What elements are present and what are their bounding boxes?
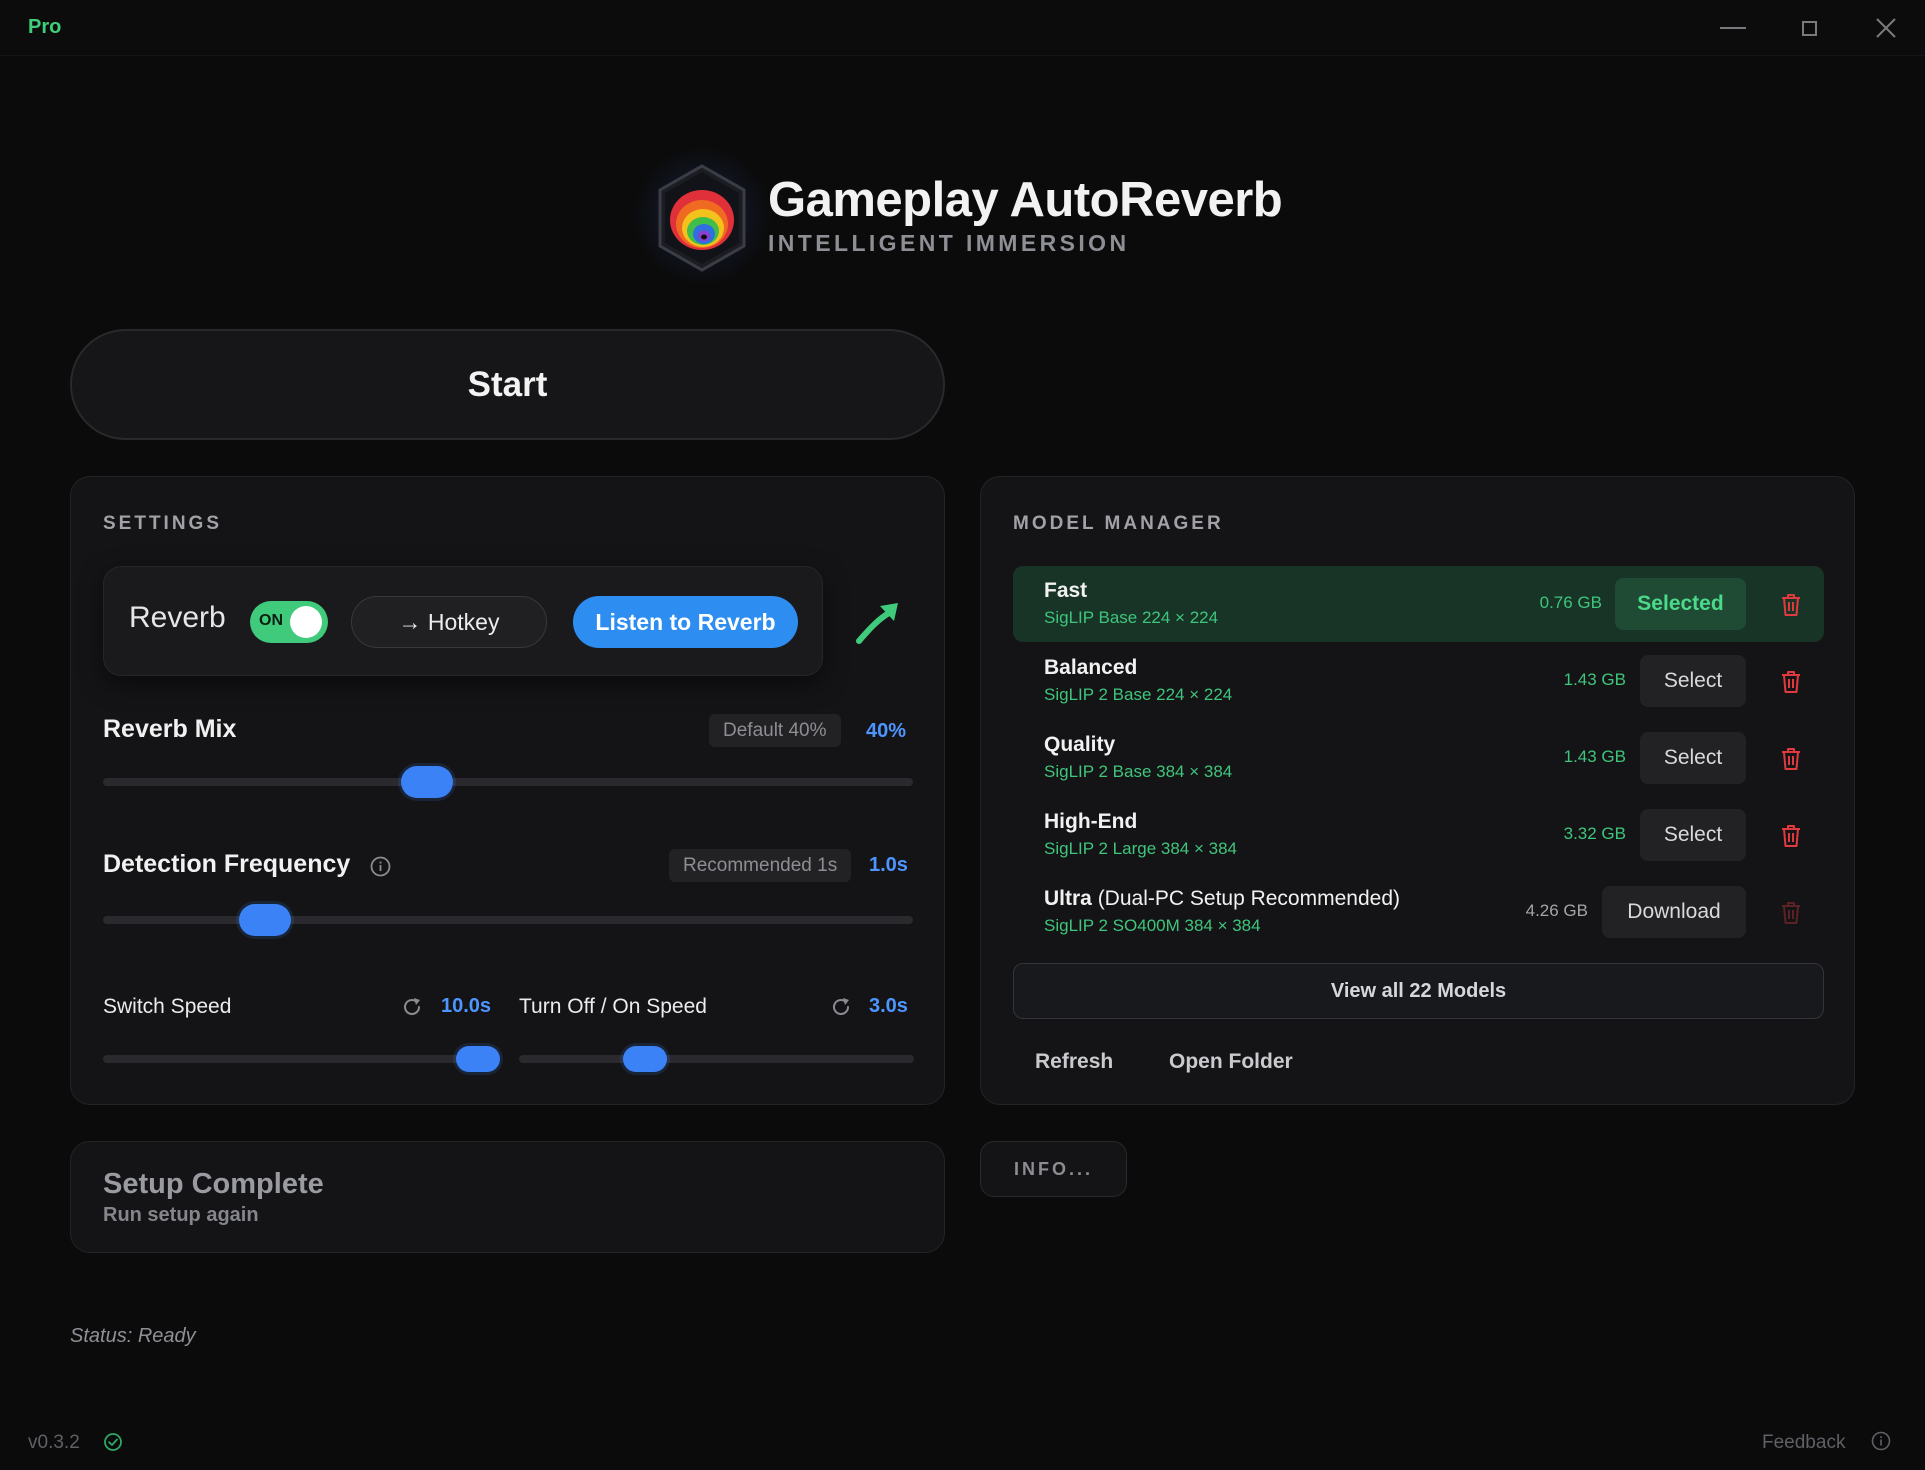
status-text: Status: Ready	[70, 1325, 196, 1347]
trash-icon[interactable]	[1779, 669, 1803, 695]
detection-frequency-slider-track[interactable]	[103, 916, 913, 924]
maximize-button[interactable]	[1779, 8, 1839, 48]
app-subtitle: INTELLIGENT IMMERSION	[768, 230, 1130, 256]
listen-to-reverb-button[interactable]: Listen to Reverb	[573, 596, 798, 648]
run-setup-again-link[interactable]: Run setup again	[103, 1204, 259, 1227]
model-manager-panel: MODEL MANAGER Fast SigLIP Base 224 × 224…	[980, 476, 1855, 1105]
detection-frequency-value: 1.0s	[869, 854, 908, 876]
model-size: 4.26 GB	[1525, 901, 1588, 920]
reset-turn-off-on-speed-icon[interactable]	[830, 996, 852, 1018]
model-row-ultra[interactable]: Ultra (Dual-PC Setup Recommended) SigLIP…	[1013, 874, 1824, 950]
turn-off-on-speed-slider-thumb[interactable]	[623, 1046, 668, 1072]
close-icon	[1876, 18, 1896, 38]
title-bar: Pro	[0, 0, 1925, 56]
reset-switch-speed-icon[interactable]	[401, 996, 423, 1018]
reverb-mix-label: Reverb Mix	[103, 715, 237, 743]
open-folder-button[interactable]: Open Folder	[1169, 1050, 1293, 1074]
reverb-mix-default-badge: Default 40%	[709, 714, 841, 747]
trending-up-arrow-icon	[856, 603, 898, 644]
switch-speed-slider-track[interactable]	[103, 1055, 498, 1063]
settings-panel: SETTINGS Reverb ON → Hotkey Listen to Re…	[70, 476, 945, 1105]
model-spec: SigLIP 2 Base 384 × 384	[1044, 762, 1233, 781]
maximize-icon	[1801, 20, 1817, 36]
model-spec: SigLIP 2 Large 384 × 384	[1044, 839, 1237, 858]
model-row-high-end[interactable]: High-End SigLIP 2 Large 384 × 384 3.32 G…	[1013, 797, 1824, 873]
model-size: 1.43 GB	[1563, 747, 1626, 766]
info-button[interactable]: INFO...	[980, 1141, 1127, 1197]
reverb-label: Reverb	[129, 601, 226, 634]
reverb-mix-slider-thumb[interactable]	[401, 766, 453, 798]
app-window: Pro Gameplay AutoReverb INTELLIGENT IMME…	[0, 0, 1925, 1470]
version-label: v0.3.2	[28, 1432, 80, 1453]
trash-icon[interactable]	[1779, 746, 1803, 772]
detection-frequency-recommended-badge: Recommended 1s	[669, 849, 852, 882]
app-logo	[632, 146, 772, 286]
refresh-button[interactable]: Refresh	[1035, 1050, 1113, 1074]
model-row-fast[interactable]: Fast SigLIP Base 224 × 224 0.76 GB Selec…	[1013, 566, 1824, 642]
model-name: High-End	[1044, 810, 1138, 833]
turn-off-on-speed-label: Turn Off / On Speed	[519, 995, 707, 1018]
model-name: Quality	[1044, 733, 1116, 756]
model-spec: SigLIP Base 224 × 224	[1044, 608, 1219, 627]
model-row-balanced[interactable]: Balanced SigLIP 2 Base 224 × 224 1.43 GB…	[1013, 643, 1824, 719]
setup-panel[interactable]: Setup Complete Run setup again	[70, 1141, 945, 1253]
start-button[interactable]: Start	[70, 329, 945, 440]
model-name: Balanced	[1044, 656, 1138, 679]
switch-speed-label: Switch Speed	[103, 995, 232, 1018]
trash-icon[interactable]	[1779, 823, 1803, 849]
pro-badge: Pro	[28, 16, 62, 38]
turn-off-on-speed-value: 3.0s	[869, 995, 908, 1017]
model-name: Fast	[1044, 579, 1088, 602]
toggle-state-label: ON	[259, 612, 283, 629]
model-spec: SigLIP 2 Base 224 × 224	[1044, 685, 1233, 704]
toggle-knob	[290, 606, 322, 638]
switch-speed-value: 10.0s	[441, 995, 492, 1017]
app-title: Gameplay AutoReverb	[768, 173, 1283, 227]
model-name: Ultra (Dual-PC Setup Recommended)	[1044, 887, 1400, 910]
model-selected-button[interactable]: Selected	[1615, 578, 1746, 630]
close-button[interactable]	[1856, 8, 1916, 48]
view-all-models-button[interactable]: View all 22 Models	[1013, 963, 1824, 1019]
reverb-control-bar: Reverb ON → Hotkey Listen to Reverb	[103, 566, 823, 676]
minimize-button[interactable]	[1703, 8, 1763, 48]
model-row-quality[interactable]: Quality SigLIP 2 Base 384 × 384 1.43 GB …	[1013, 720, 1824, 796]
trash-icon-disabled	[1782, 902, 1800, 924]
detection-frequency-slider-thumb[interactable]	[239, 904, 291, 936]
settings-section-title: SETTINGS	[103, 513, 223, 534]
hotkey-button[interactable]: → Hotkey	[351, 596, 547, 648]
switch-speed-slider-thumb[interactable]	[456, 1046, 501, 1072]
model-download-button[interactable]: Download	[1602, 886, 1746, 938]
reverb-mix-value: 40%	[866, 720, 907, 742]
feedback-link[interactable]: Feedback	[1762, 1432, 1845, 1454]
hexagon-rings-logo-icon	[658, 164, 746, 272]
model-select-button[interactable]: Select	[1640, 732, 1746, 784]
setup-complete-title: Setup Complete	[103, 1168, 324, 1200]
check-circle-icon	[104, 1433, 122, 1451]
detection-frequency-label: Detection Frequency	[103, 850, 351, 878]
model-select-button[interactable]: Select	[1640, 809, 1746, 861]
model-manager-section-title: MODEL MANAGER	[1013, 513, 1224, 534]
model-select-button[interactable]: Select	[1640, 655, 1746, 707]
trash-icon[interactable]	[1779, 592, 1803, 618]
info-icon[interactable]	[1871, 1431, 1891, 1451]
model-size: 3.32 GB	[1563, 824, 1626, 843]
model-size: 0.76 GB	[1539, 593, 1602, 612]
info-icon[interactable]	[370, 856, 391, 877]
model-size: 1.43 GB	[1563, 670, 1626, 689]
minimize-icon	[1720, 27, 1746, 29]
turn-off-on-speed-slider-track[interactable]	[519, 1055, 914, 1063]
reverb-mix-slider-track[interactable]	[103, 778, 913, 786]
model-spec: SigLIP 2 SO400M 384 × 384	[1044, 916, 1261, 935]
reverb-toggle[interactable]: ON	[250, 601, 328, 643]
